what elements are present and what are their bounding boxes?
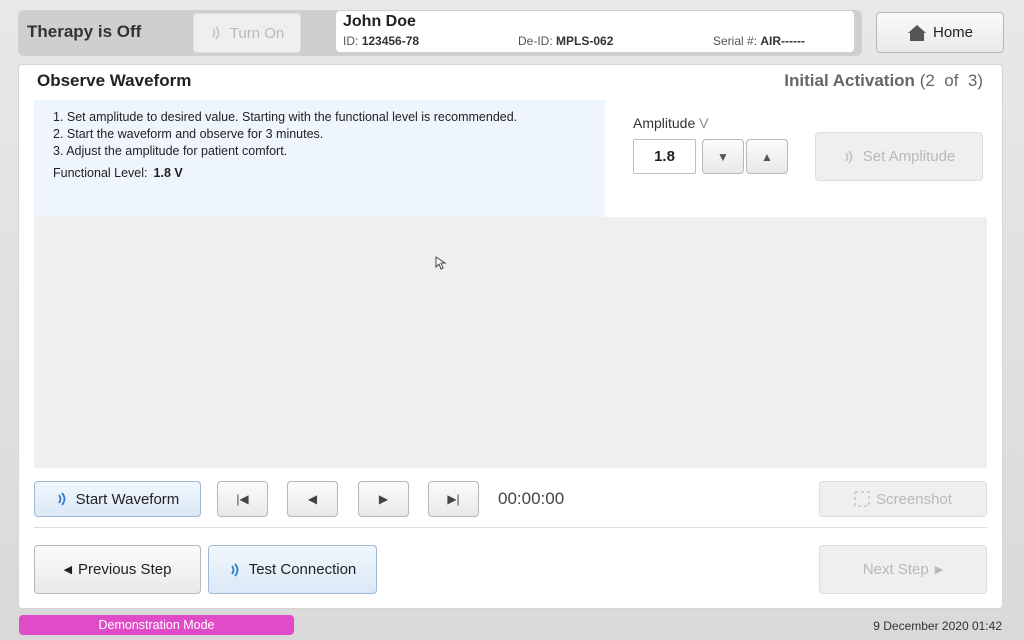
step-progress: (2 of 3) bbox=[919, 71, 983, 90]
screenshot-label: Screenshot bbox=[876, 490, 952, 508]
step-back-icon: ◀ bbox=[307, 492, 318, 506]
screenshot-icon bbox=[854, 491, 870, 507]
triangle-down-icon: ▼ bbox=[717, 149, 729, 164]
play-button[interactable]: ▶ bbox=[358, 481, 409, 517]
caret-left-icon: ◀ bbox=[63, 564, 73, 576]
instruction-item: 3. Adjust the amplitude for patient comf… bbox=[53, 144, 288, 158]
next-step-label: Next Step bbox=[862, 561, 929, 578]
demonstration-mode-badge: Demonstration Mode bbox=[19, 615, 294, 635]
signal-icon bbox=[844, 149, 853, 164]
step-back-button[interactable]: ◀ bbox=[287, 481, 338, 517]
patient-name: John Doe bbox=[343, 13, 416, 30]
caret-right-icon: ▶ bbox=[934, 564, 944, 576]
amplitude-label: Amplitude V bbox=[633, 115, 709, 131]
functional-level: Functional Level: 1.8 V bbox=[53, 166, 183, 180]
home-icon bbox=[907, 24, 926, 41]
play-icon: ▶ bbox=[378, 492, 389, 506]
instructions-panel: 1. Set amplitude to desired value. Start… bbox=[34, 100, 605, 217]
instruction-list: 1. Set amplitude to desired value. Start… bbox=[53, 109, 517, 160]
skip-to-start-icon: |◀ bbox=[236, 492, 249, 506]
skip-to-end-button[interactable]: ▶| bbox=[428, 481, 479, 517]
divider bbox=[34, 527, 987, 528]
set-amplitude-label: Set Amplitude bbox=[862, 148, 956, 165]
signal-icon bbox=[230, 562, 239, 577]
previous-step-button[interactable]: ◀ Previous Step bbox=[34, 545, 201, 594]
waveform-area bbox=[34, 217, 987, 468]
patient-deid: De-ID: MPLS-062 bbox=[518, 34, 614, 48]
start-waveform-button[interactable]: Start Waveform bbox=[34, 481, 201, 517]
home-label: Home bbox=[932, 24, 973, 41]
amplitude-input[interactable]: 1.8 bbox=[633, 139, 696, 174]
therapy-status: Therapy is Off bbox=[27, 22, 142, 41]
functional-level-value: 1.8 V bbox=[153, 166, 183, 180]
page-title: Observe Waveform bbox=[37, 71, 192, 90]
patient-serial: Serial #: AIR------ bbox=[713, 34, 806, 48]
start-waveform-label: Start Waveform bbox=[75, 490, 180, 508]
instruction-item: 2. Start the waveform and observe for 3 … bbox=[53, 127, 324, 141]
turn-on-button[interactable]: Turn On bbox=[193, 13, 301, 53]
patient-id: ID: 123456-78 bbox=[343, 34, 420, 48]
waveform-timer: 00:00:00 bbox=[498, 489, 565, 508]
step-indicator: Initial Activation (2 of 3) bbox=[784, 71, 983, 91]
skip-to-end-icon: ▶| bbox=[447, 492, 460, 506]
signal-icon bbox=[57, 492, 66, 506]
amplitude-increase-button[interactable]: ▲ bbox=[746, 139, 788, 174]
step-name: Initial Activation bbox=[784, 71, 915, 90]
test-connection-button[interactable]: Test Connection bbox=[208, 545, 377, 594]
skip-to-start-button[interactable]: |◀ bbox=[217, 481, 268, 517]
triangle-up-icon: ▲ bbox=[761, 149, 773, 164]
mouse-cursor-icon bbox=[435, 256, 447, 270]
amplitude-decrease-button[interactable]: ▼ bbox=[702, 139, 744, 174]
previous-step-label: Previous Step bbox=[78, 561, 172, 578]
turn-on-label: Turn On bbox=[229, 24, 285, 42]
home-button[interactable]: Home bbox=[876, 12, 1004, 53]
next-step-button[interactable]: Next Step ▶ bbox=[819, 545, 987, 594]
instruction-item: 1. Set amplitude to desired value. Start… bbox=[53, 110, 518, 124]
screenshot-button[interactable]: Screenshot bbox=[819, 481, 987, 517]
signal-icon bbox=[212, 26, 220, 40]
test-connection-label: Test Connection bbox=[248, 561, 357, 578]
datetime: 9 December 2020 01:42 bbox=[873, 619, 1002, 633]
set-amplitude-button[interactable]: Set Amplitude bbox=[815, 132, 983, 181]
